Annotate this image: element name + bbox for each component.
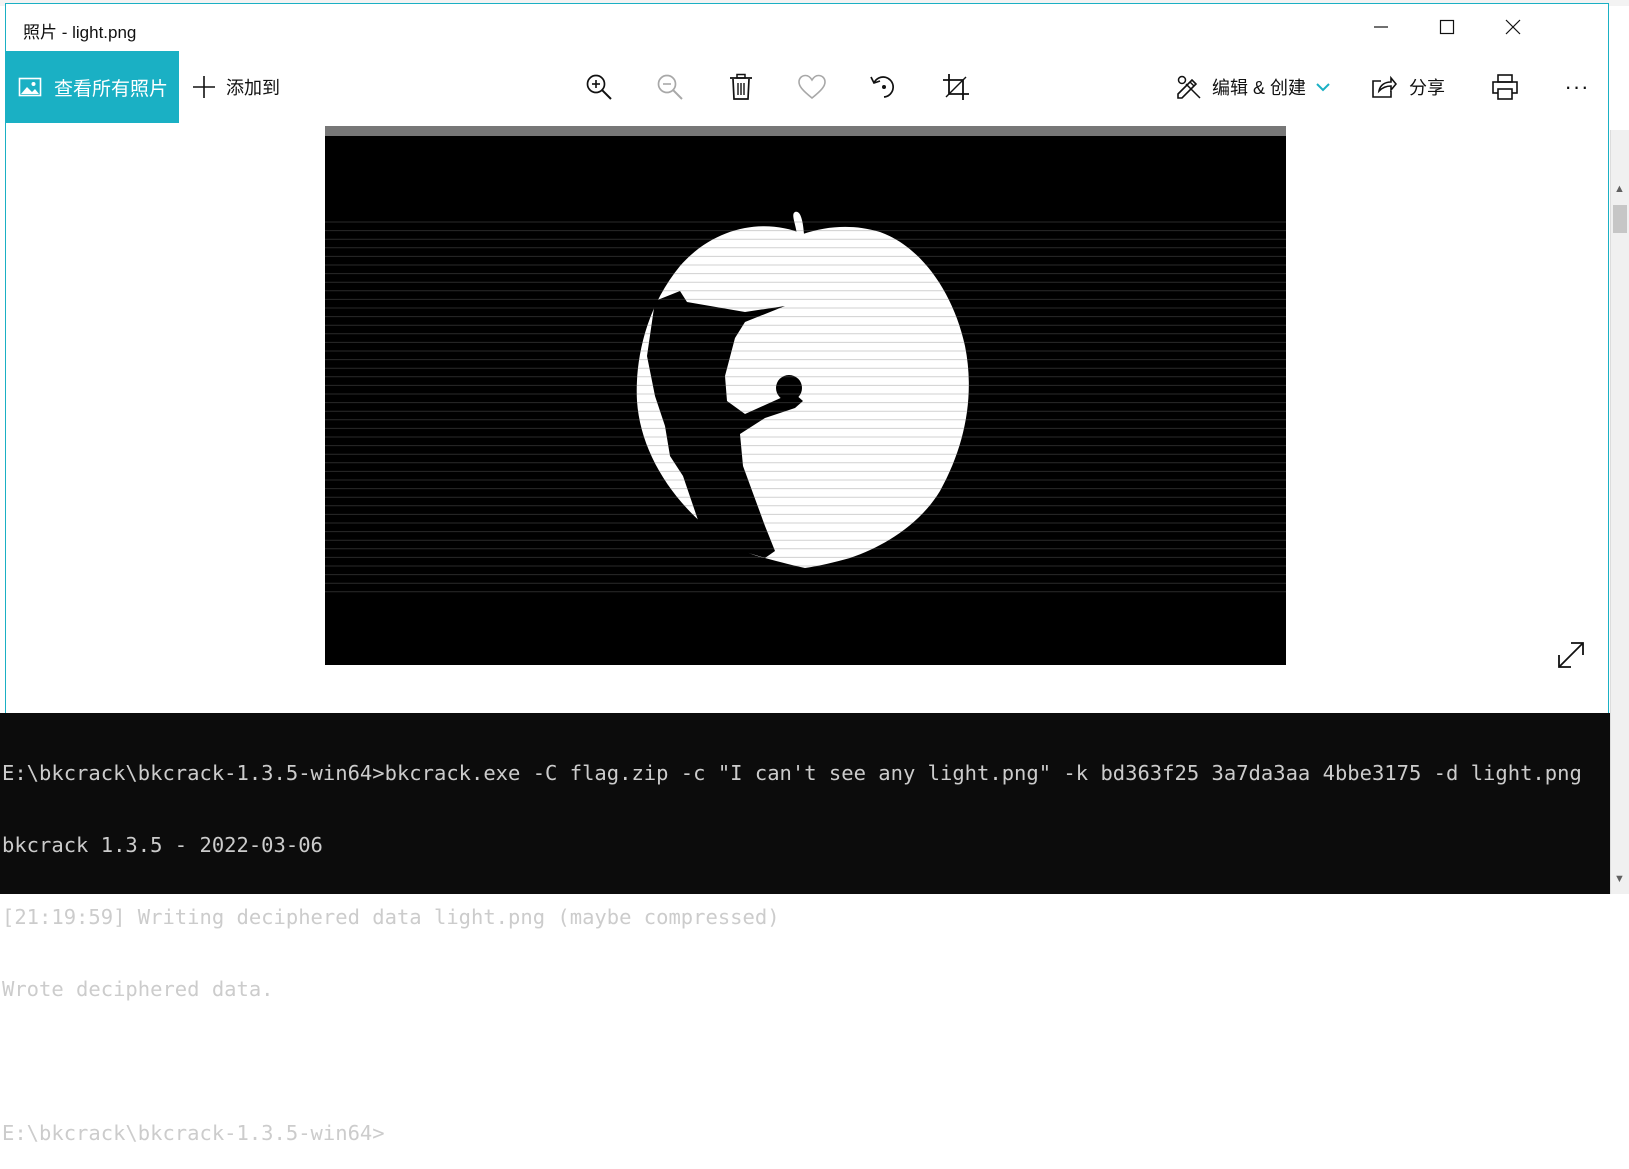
toolbar: 查看所有照片 添加到 编辑 & 创建 分享 ··· — [6, 51, 1608, 123]
zoom-out-icon — [657, 74, 683, 100]
favorite-heart-icon — [798, 74, 826, 100]
edit-create-icon — [1177, 75, 1201, 99]
close-icon — [1505, 19, 1521, 35]
more-options-button[interactable]: ··· — [1559, 69, 1595, 105]
edit-create-label: 编辑 & 创建 — [1212, 78, 1307, 98]
rotate-button[interactable] — [866, 69, 902, 105]
photo-image[interactable] — [325, 126, 1286, 665]
maximize-button[interactable] — [1414, 4, 1480, 50]
plus-icon — [193, 76, 215, 98]
minimize-icon — [1374, 26, 1388, 28]
print-button[interactable] — [1487, 69, 1523, 105]
zoom-in-icon — [586, 74, 612, 100]
view-all-photos-label: 查看所有照片 — [54, 78, 169, 100]
zoom-out-button[interactable] — [652, 69, 688, 105]
console-line: E:\bkcrack\bkcrack-1.3.5-win64>bkcrack.e… — [2, 761, 1582, 785]
crop-icon — [943, 74, 969, 100]
add-to-label: 添加到 — [226, 78, 280, 98]
window-title: 照片 - light.png — [23, 23, 137, 42]
delete-button[interactable] — [723, 69, 759, 105]
maximize-icon — [1439, 19, 1455, 35]
background-scrollbar[interactable] — [1610, 130, 1629, 894]
command-prompt-console[interactable]: E:\bkcrack\bkcrack-1.3.5-win64>bkcrack.e… — [0, 713, 1610, 1145]
scroll-up-arrow-icon[interactable]: ▲ — [1612, 182, 1627, 197]
crop-button[interactable] — [938, 69, 974, 105]
minimize-button[interactable] — [1348, 4, 1414, 50]
view-all-photos-button[interactable]: 查看所有照片 — [6, 51, 179, 123]
console-prompt-line[interactable]: E:\bkcrack\bkcrack-1.3.5-win64> — [0, 1121, 1610, 1145]
photos-window: 照片 - light.png 查看所有照片 添加到 编辑 & 创建 分享 ··· — [5, 3, 1609, 713]
add-to-button[interactable]: 添加到 — [192, 51, 280, 123]
scroll-down-arrow-icon[interactable]: ▼ — [1612, 872, 1627, 887]
favorite-button[interactable] — [794, 69, 830, 105]
print-icon — [1492, 74, 1518, 100]
console-line: bkcrack 1.3.5 - 2022-03-06 — [2, 833, 323, 857]
share-label: 分享 — [1409, 78, 1445, 98]
image-viewport[interactable] — [6, 123, 1608, 713]
title-bar[interactable]: 照片 - light.png — [6, 4, 1608, 50]
photo-gallery-icon — [18, 77, 42, 97]
scrollbar-thumb[interactable] — [1613, 205, 1627, 233]
chevron-down-icon — [1316, 83, 1330, 92]
close-button[interactable] — [1480, 4, 1546, 50]
console-line: Wrote deciphered data. — [2, 977, 274, 1001]
delete-icon — [730, 73, 752, 100]
console-line: [21:19:59] Writing deciphered data light… — [2, 905, 780, 929]
rotate-icon — [870, 76, 894, 98]
share-button[interactable]: 分享 — [1371, 51, 1445, 123]
edit-create-button[interactable]: 编辑 & 创建 — [1176, 51, 1330, 123]
expand-fullscreen-icon[interactable] — [1553, 637, 1589, 673]
share-icon — [1372, 75, 1397, 98]
zoom-in-button[interactable] — [581, 69, 617, 105]
